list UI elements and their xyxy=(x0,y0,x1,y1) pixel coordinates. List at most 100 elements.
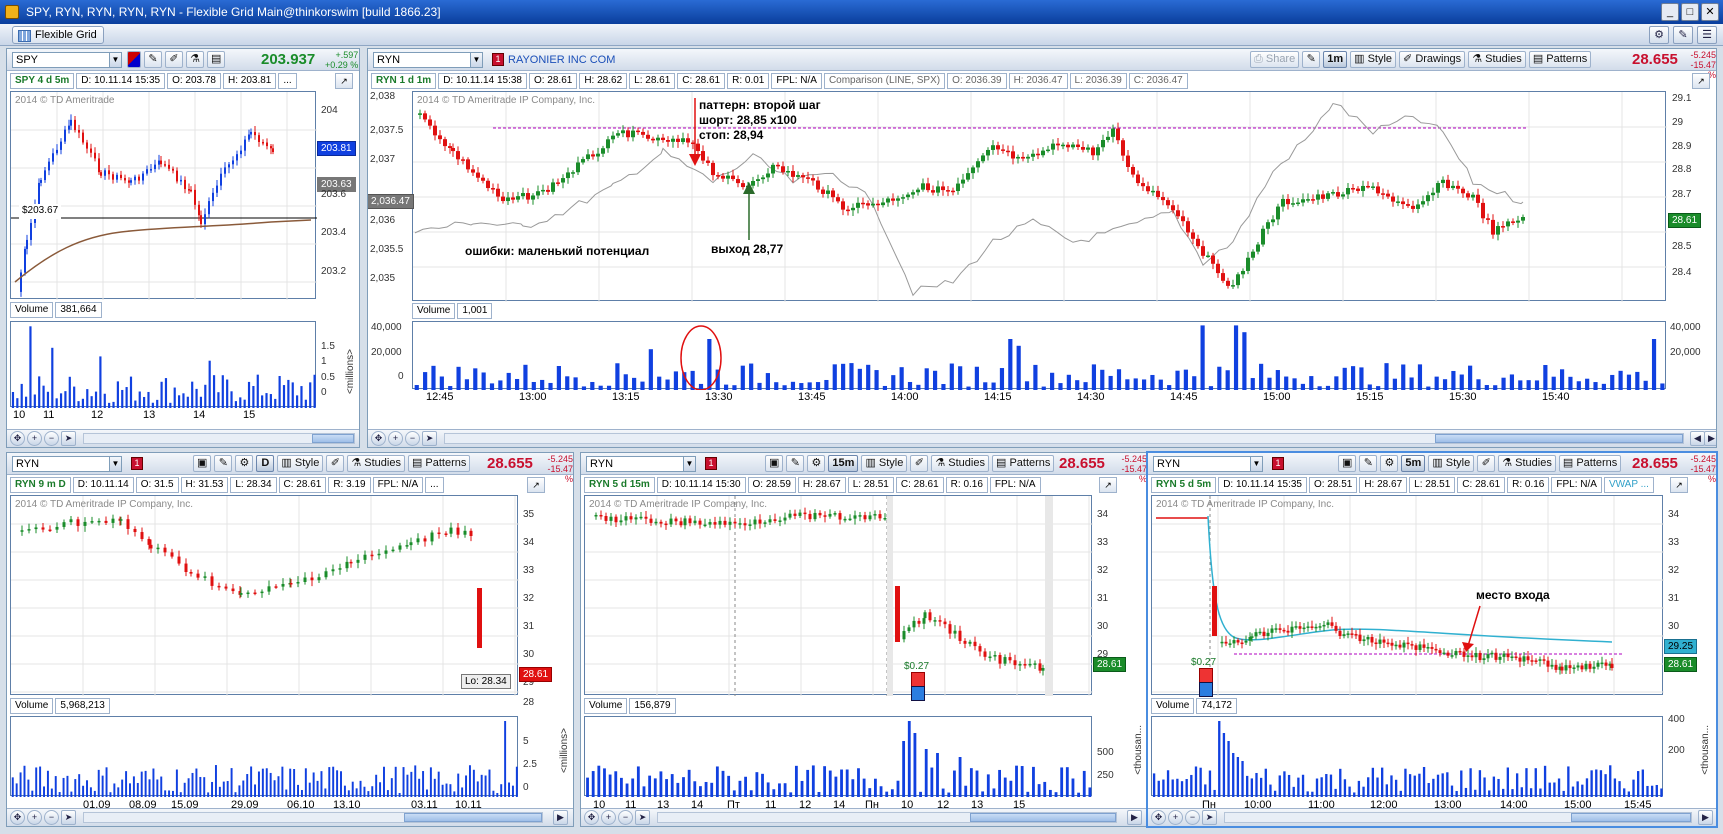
pan-icon[interactable]: ✥ xyxy=(1151,810,1166,825)
style-button[interactable]: ▥ Style xyxy=(1428,455,1475,472)
zoom-in-icon[interactable]: + xyxy=(27,431,42,446)
aggregation-button[interactable]: 5m xyxy=(1401,455,1426,472)
scroll-right-icon[interactable]: ▶ xyxy=(1704,431,1716,446)
studies-icon[interactable]: ⚗ xyxy=(186,51,204,68)
chevron-down-icon[interactable]: ▼ xyxy=(109,53,121,67)
maximize-button[interactable]: □ xyxy=(1681,3,1699,21)
horizontal-scrollbar[interactable] xyxy=(657,812,1117,823)
wrench-icon[interactable]: ✎ xyxy=(1302,51,1321,68)
zoom-out-icon[interactable]: − xyxy=(1185,810,1200,825)
patterns-button[interactable]: ▤ Patterns xyxy=(1558,455,1622,472)
scroll-thumb[interactable] xyxy=(1571,813,1691,822)
flexible-grid-button[interactable]: Flexible Grid xyxy=(12,26,104,44)
style-button[interactable]: ▥ Style xyxy=(861,455,908,472)
expand-icon[interactable]: ↗ xyxy=(1670,477,1688,493)
zoom-out-icon[interactable]: − xyxy=(44,810,59,825)
aggregation-button[interactable]: 1m xyxy=(1323,51,1348,68)
link-badge[interactable]: 1 xyxy=(492,53,504,66)
snapshot-icon[interactable]: ▣ xyxy=(765,455,784,472)
horizontal-scrollbar[interactable] xyxy=(444,433,1684,444)
expand-icon[interactable]: ↗ xyxy=(527,477,545,493)
wrench-icon[interactable]: ✎ xyxy=(214,455,233,472)
close-button[interactable]: ✕ xyxy=(1701,3,1719,21)
price-chart[interactable]: 2014 © TD Ameritrade IP Company, Inc. па… xyxy=(412,91,1667,302)
aggregation-button[interactable]: D xyxy=(256,455,275,472)
aggregation-button[interactable]: 15m xyxy=(828,455,859,472)
snapshot-icon[interactable]: ▣ xyxy=(193,455,212,472)
settings-icon[interactable]: ⚙ xyxy=(1380,455,1399,472)
symbol-selector[interactable]: RYN ▼ xyxy=(586,456,696,472)
studies-button[interactable]: ⚗ Studies xyxy=(931,455,989,472)
company-name[interactable]: RAYONIER INC COM xyxy=(508,54,615,66)
zoom-in-icon[interactable]: + xyxy=(27,810,42,825)
chevron-down-icon[interactable]: ▼ xyxy=(1250,457,1262,471)
scroll-right-icon[interactable]: ▶ xyxy=(1698,810,1713,825)
menu-icon[interactable]: ☰ xyxy=(1697,26,1717,44)
symbol-selector[interactable]: RYN ▼ xyxy=(373,52,483,68)
scroll-right-icon[interactable]: ▶ xyxy=(553,810,568,825)
settings-icon[interactable]: ⚙ xyxy=(235,455,254,472)
patterns-button[interactable]: ▤ Patterns xyxy=(407,455,471,472)
pan-icon[interactable]: ✥ xyxy=(10,810,25,825)
pan-icon[interactable]: ✥ xyxy=(10,431,25,446)
pan-icon[interactable]: ✥ xyxy=(371,431,386,446)
dividend-icon[interactable] xyxy=(911,686,925,701)
minimize-button[interactable]: _ xyxy=(1661,3,1679,21)
patterns-icon[interactable]: ▤ xyxy=(207,51,226,68)
pan-icon[interactable]: ✥ xyxy=(584,810,599,825)
dividend-icon[interactable] xyxy=(1199,682,1213,697)
expand-icon[interactable]: ↗ xyxy=(335,73,353,89)
symbol-selector[interactable]: SPY ▼ xyxy=(12,52,122,68)
horizontal-scrollbar[interactable] xyxy=(83,812,543,823)
drawings-button[interactable]: ✐ Drawings xyxy=(1399,51,1466,68)
wrench-icon[interactable]: ✎ xyxy=(1359,455,1378,472)
symbol-selector[interactable]: RYN ▼ xyxy=(1153,456,1263,472)
zoom-out-icon[interactable]: − xyxy=(618,810,633,825)
scroll-right-icon[interactable]: ▶ xyxy=(1127,810,1142,825)
studies-button[interactable]: ⚗ Studies xyxy=(347,455,405,472)
zoom-in-icon[interactable]: + xyxy=(388,431,403,446)
zoom-out-icon[interactable]: − xyxy=(44,431,59,446)
drawings-icon[interactable]: ✐ xyxy=(1477,455,1496,472)
horizontal-scrollbar[interactable] xyxy=(83,433,355,444)
zoom-in-icon[interactable]: + xyxy=(601,810,616,825)
style-button[interactable]: ▥ Style xyxy=(277,455,324,472)
studies-button[interactable]: ⚗ Studies xyxy=(1498,455,1556,472)
cursor-icon[interactable]: ➤ xyxy=(61,810,76,825)
price-chart[interactable]: 2014 © TD Ameritrade $203.67 xyxy=(10,91,317,300)
link-badge[interactable]: 1 xyxy=(1272,457,1284,470)
expand-icon[interactable]: ↗ xyxy=(1692,73,1710,89)
cursor-icon[interactable]: ➤ xyxy=(1202,810,1217,825)
expand-icon[interactable]: ↗ xyxy=(1099,477,1117,493)
cursor-icon[interactable]: ➤ xyxy=(61,431,76,446)
scroll-thumb[interactable] xyxy=(1435,434,1683,443)
symbol-selector[interactable]: RYN ▼ xyxy=(12,456,122,472)
link-badge[interactable]: 1 xyxy=(705,457,717,470)
scroll-thumb[interactable] xyxy=(404,813,542,822)
pencil-icon[interactable]: ✐ xyxy=(165,51,183,68)
price-chart[interactable]: 2014 © TD Ameritrade IP Company, Inc. $0… xyxy=(584,495,1093,701)
snapshot-icon[interactable]: ▣ xyxy=(1338,455,1357,472)
style-button[interactable]: ▥ Style xyxy=(1350,51,1397,68)
earnings-icon[interactable] xyxy=(1199,668,1213,683)
horizontal-scrollbar[interactable] xyxy=(1224,812,1692,823)
drawing-icon[interactable]: ✎ xyxy=(144,51,162,68)
price-chart[interactable]: 2014 © TD Ameritrade IP Company, Inc. ме… xyxy=(1151,495,1664,697)
wrench-icon[interactable]: ✎ xyxy=(786,455,805,472)
share-button[interactable]: ⎙ Share xyxy=(1250,51,1300,68)
scroll-thumb[interactable] xyxy=(312,434,354,443)
patterns-button[interactable]: ▤ Patterns xyxy=(991,455,1055,472)
settings-icon[interactable]: ⚙ xyxy=(1649,26,1669,44)
color-chip-icon[interactable] xyxy=(127,51,141,68)
drawings-icon[interactable]: ✐ xyxy=(910,455,929,472)
price-chart[interactable]: 2014 © TD Ameritrade IP Company, Inc. Lo… xyxy=(10,495,519,696)
chevron-down-icon[interactable]: ▼ xyxy=(470,53,482,67)
patterns-button[interactable]: ▤ Patterns xyxy=(1528,51,1592,68)
zoom-out-icon[interactable]: − xyxy=(405,431,420,446)
chevron-down-icon[interactable]: ▼ xyxy=(683,457,695,471)
pin-icon[interactable]: ✎ xyxy=(1673,26,1693,44)
link-badge[interactable]: 1 xyxy=(131,457,143,470)
studies-button[interactable]: ⚗ Studies xyxy=(1468,51,1526,68)
drawings-icon[interactable]: ✐ xyxy=(326,455,345,472)
chevron-down-icon[interactable]: ▼ xyxy=(109,457,121,471)
